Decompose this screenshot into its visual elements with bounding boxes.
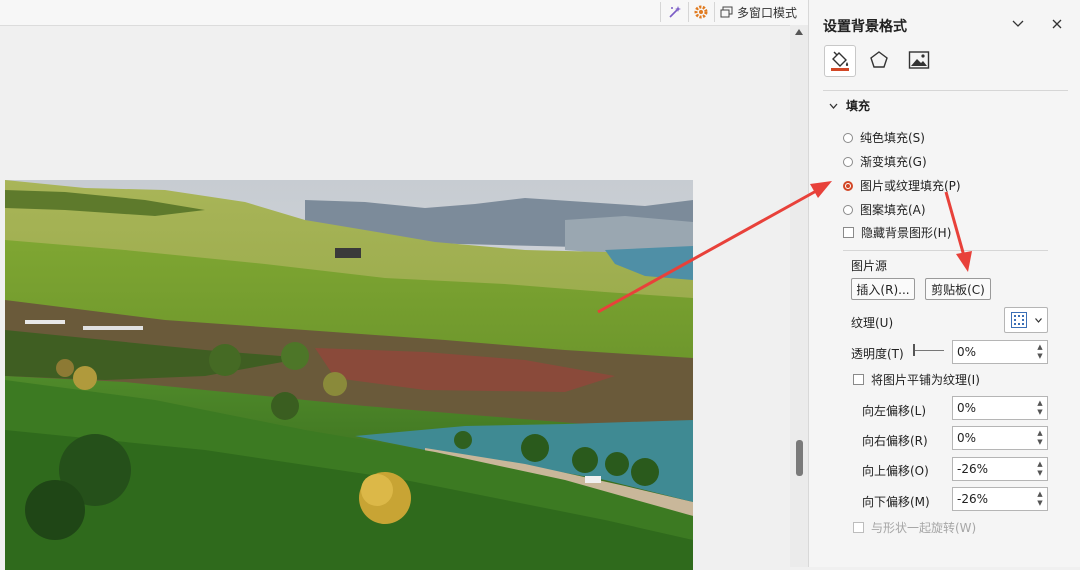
transparency-input[interactable]: 0% ▲ ▼ xyxy=(952,340,1048,364)
radio-button[interactable] xyxy=(843,132,853,143)
solid-fill-option[interactable]: 纯色填充(S) xyxy=(843,129,925,146)
window-icon xyxy=(720,6,733,18)
offset-top-label: 向上偏移(O) xyxy=(862,464,929,478)
option-label: 图片或纹理填充(P) xyxy=(860,179,961,193)
radio-button[interactable] xyxy=(843,204,853,215)
texture-label: 纹理(U) xyxy=(851,316,894,330)
magic-icon[interactable] xyxy=(664,2,686,22)
chevron-down-icon[interactable] xyxy=(1008,14,1028,34)
pattern-fill-option[interactable]: 图案填充(A) xyxy=(843,201,926,218)
panel-title: 设置背景格式 xyxy=(823,19,907,35)
checkbox-disabled[interactable] xyxy=(853,522,864,533)
offset-top-input[interactable]: -26% ▲ ▼ xyxy=(952,457,1048,481)
offset-left-label: 向左偏移(L) xyxy=(862,404,927,418)
option-label: 图案填充(A) xyxy=(860,203,926,217)
hide-background-graphics[interactable]: 隐藏背景图形(H) xyxy=(843,224,951,241)
picture-tab[interactable] xyxy=(904,45,934,75)
spin-arrows-icon[interactable]: ▲ ▼ xyxy=(1036,460,1044,478)
offset-right-label: 向右偏移(R) xyxy=(862,434,928,448)
transparency-slider-handle[interactable] xyxy=(913,344,915,356)
fill-section-header[interactable]: 填充 xyxy=(829,97,870,114)
slide-background-image[interactable] xyxy=(5,180,693,570)
picture-texture-fill-option[interactable]: 图片或纹理填充(P) xyxy=(843,177,961,194)
paint-bucket-icon xyxy=(831,51,849,71)
checkbox[interactable] xyxy=(843,227,854,238)
transparency-slider-track[interactable] xyxy=(914,350,944,351)
chevron-down-icon xyxy=(829,103,838,109)
panel-divider xyxy=(843,250,1048,251)
spin-arrows-icon[interactable]: ▲ ▼ xyxy=(1036,399,1044,417)
tile-picture-option[interactable]: 将图片平铺为纹理(I) xyxy=(853,371,980,388)
offset-bottom-label: 向下偏移(M) xyxy=(862,495,930,509)
transparency-label: 透明度(T) xyxy=(851,347,904,361)
checkbox[interactable] xyxy=(853,374,864,385)
checkbox-label: 与形状一起旋转(W) xyxy=(871,521,977,535)
rotate-with-shape-option[interactable]: 与形状一起旋转(W) xyxy=(853,519,976,536)
offset-left-value: 0% xyxy=(957,401,977,415)
pentagon-icon xyxy=(870,51,888,68)
clipboard-button[interactable]: 剪贴板(C) xyxy=(925,278,991,300)
offset-bottom-value: -26% xyxy=(957,492,989,506)
scrollbar-thumb[interactable] xyxy=(796,440,803,476)
offset-top-value: -26% xyxy=(957,462,989,476)
fill-tab[interactable] xyxy=(824,45,856,77)
close-icon[interactable] xyxy=(1047,14,1067,34)
radio-button[interactable] xyxy=(843,156,853,167)
offset-bottom-input[interactable]: -26% ▲ ▼ xyxy=(952,487,1048,511)
panel-divider xyxy=(823,90,1068,91)
scroll-up-icon[interactable] xyxy=(795,29,803,35)
spin-arrows-icon[interactable]: ▲ ▼ xyxy=(1036,490,1044,508)
toolbar-separator xyxy=(714,2,715,22)
multi-window-label: 多窗口模式 xyxy=(737,5,798,20)
offset-left-input[interactable]: 0% ▲ ▼ xyxy=(952,396,1048,420)
picture-source-label: 图片源 xyxy=(851,259,888,273)
toolbar-separator xyxy=(660,2,661,22)
format-background-panel: 设置背景格式 填充 纯色填充(S) 渐变填充(G) 图片或纹理填充(P) 图案填… xyxy=(808,0,1080,567)
gradient-fill-option[interactable]: 渐变填充(G) xyxy=(843,153,927,170)
texture-dropdown[interactable] xyxy=(1004,307,1048,333)
slide-canvas: 多窗口模式 xyxy=(0,0,808,570)
spin-arrows-icon[interactable]: ▲ ▼ xyxy=(1036,429,1044,447)
checkbox-label: 隐藏背景图形(H) xyxy=(861,226,952,240)
radio-button-selected[interactable] xyxy=(843,180,853,191)
checkbox-label: 将图片平铺为纹理(I) xyxy=(871,373,980,387)
option-label: 渐变填充(G) xyxy=(860,155,927,169)
chevron-down-icon xyxy=(1035,318,1042,323)
settings-icon[interactable] xyxy=(690,2,712,22)
toolbar-separator xyxy=(688,2,689,22)
fill-section-label: 填充 xyxy=(846,99,871,113)
texture-swatch-icon xyxy=(1011,312,1027,328)
spin-arrows-icon[interactable]: ▲ ▼ xyxy=(1036,343,1044,361)
image-icon xyxy=(908,51,930,69)
effects-tab[interactable] xyxy=(864,45,894,75)
transparency-value: 0% xyxy=(957,345,977,359)
multi-window-button[interactable]: 多窗口模式 xyxy=(720,3,797,21)
top-toolbar: 多窗口模式 xyxy=(0,0,808,26)
insert-button[interactable]: 插入(R)... xyxy=(851,278,915,300)
option-label: 纯色填充(S) xyxy=(860,131,925,145)
vertical-scrollbar[interactable] xyxy=(790,25,808,567)
offset-right-value: 0% xyxy=(957,431,977,445)
offset-right-input[interactable]: 0% ▲ ▼ xyxy=(952,426,1048,450)
